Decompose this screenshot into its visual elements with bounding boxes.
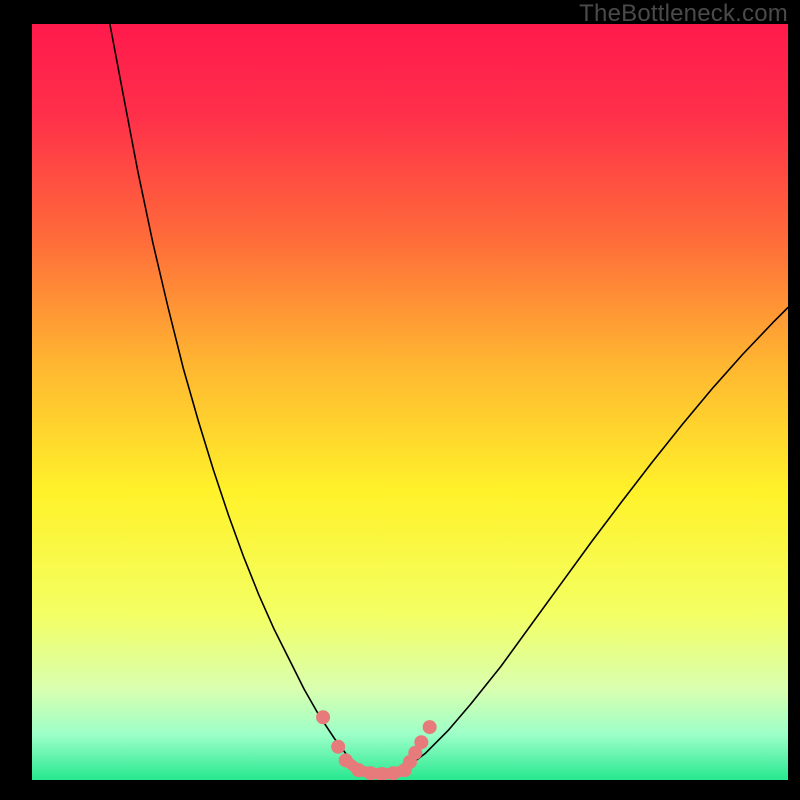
- chart-frame: TheBottleneck.com: [0, 0, 800, 800]
- watermark-text: TheBottleneck.com: [579, 0, 788, 28]
- dot: [423, 720, 437, 734]
- dot: [316, 710, 330, 724]
- gradient-background: [32, 24, 788, 780]
- chart-svg: [32, 24, 788, 780]
- dot: [414, 735, 428, 749]
- dot: [331, 740, 345, 754]
- plot-area: [32, 24, 788, 780]
